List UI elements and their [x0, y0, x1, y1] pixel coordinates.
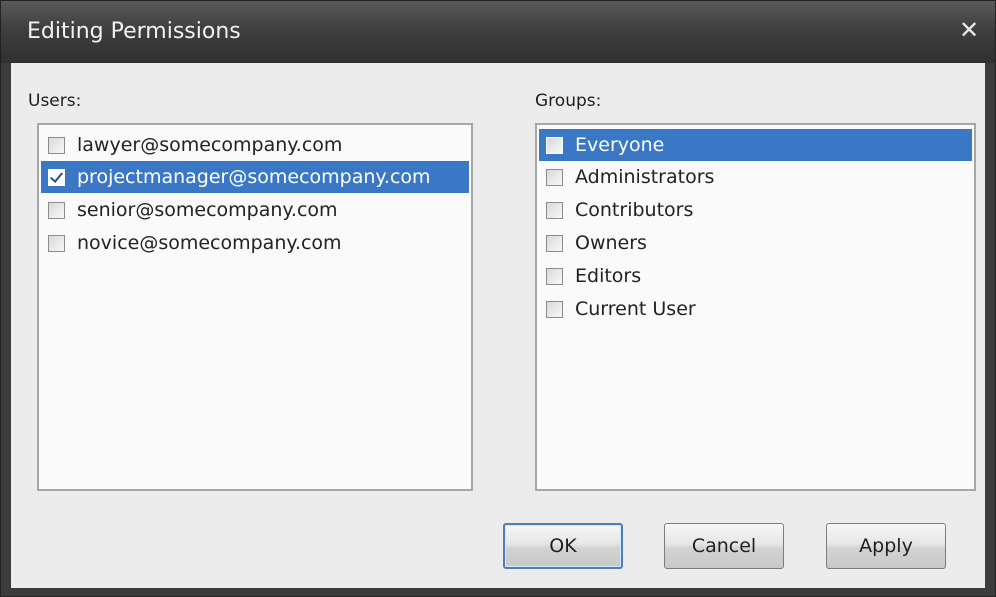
groups-list-item[interactable]: Current User [539, 293, 972, 325]
user-label: novice@somecompany.com [77, 232, 342, 254]
user-label: projectmanager@somecompany.com [77, 166, 431, 188]
dialog-body: Users: lawyer@somecompany.com projectman… [11, 63, 985, 588]
user-label: senior@somecompany.com [77, 199, 338, 221]
checkbox[interactable] [546, 168, 563, 186]
close-icon[interactable]: ✕ [953, 14, 985, 46]
group-label: Administrators [575, 166, 715, 188]
title-bar[interactable]: Editing Permissions ✕ [1, 1, 995, 63]
checkbox[interactable] [48, 234, 65, 252]
users-list[interactable]: lawyer@somecompany.com projectmanager@so… [37, 123, 473, 491]
cancel-button[interactable]: Cancel [664, 523, 784, 569]
groups-list-item[interactable]: Editors [539, 260, 972, 292]
group-label: Owners [575, 232, 647, 254]
checkbox[interactable] [48, 136, 65, 154]
users-list-item[interactable]: lawyer@somecompany.com [41, 129, 469, 161]
users-list-item[interactable]: novice@somecompany.com [41, 227, 469, 259]
group-label: Everyone [575, 134, 665, 156]
groups-list-item[interactable]: Contributors [539, 194, 972, 226]
apply-button[interactable]: Apply [826, 523, 946, 569]
window-title: Editing Permissions [27, 19, 241, 44]
group-label: Contributors [575, 199, 694, 221]
checkbox[interactable] [546, 267, 563, 285]
users-list-item-selected[interactable]: projectmanager@somecompany.com [41, 161, 469, 193]
editing-permissions-dialog: Editing Permissions ✕ Users: lawyer@some… [0, 0, 996, 597]
checkbox[interactable] [546, 234, 563, 252]
groups-list-item[interactable]: Owners [539, 227, 972, 259]
checkbox[interactable] [48, 201, 65, 219]
checkbox[interactable] [546, 136, 563, 154]
groups-list[interactable]: Everyone Administrators Contributors Own… [535, 123, 976, 491]
ok-button[interactable]: OK [503, 523, 623, 569]
groups-list-item[interactable]: Administrators [539, 161, 972, 193]
checkbox-checked[interactable] [48, 168, 65, 186]
checkbox[interactable] [546, 300, 563, 318]
users-label: Users: [28, 91, 82, 111]
groups-list-item-selected[interactable]: Everyone [539, 129, 972, 161]
groups-label: Groups: [535, 91, 602, 111]
user-label: lawyer@somecompany.com [77, 134, 343, 156]
group-label: Current User [575, 298, 696, 320]
group-label: Editors [575, 265, 642, 287]
checkbox[interactable] [546, 201, 563, 219]
users-list-item[interactable]: senior@somecompany.com [41, 194, 469, 226]
